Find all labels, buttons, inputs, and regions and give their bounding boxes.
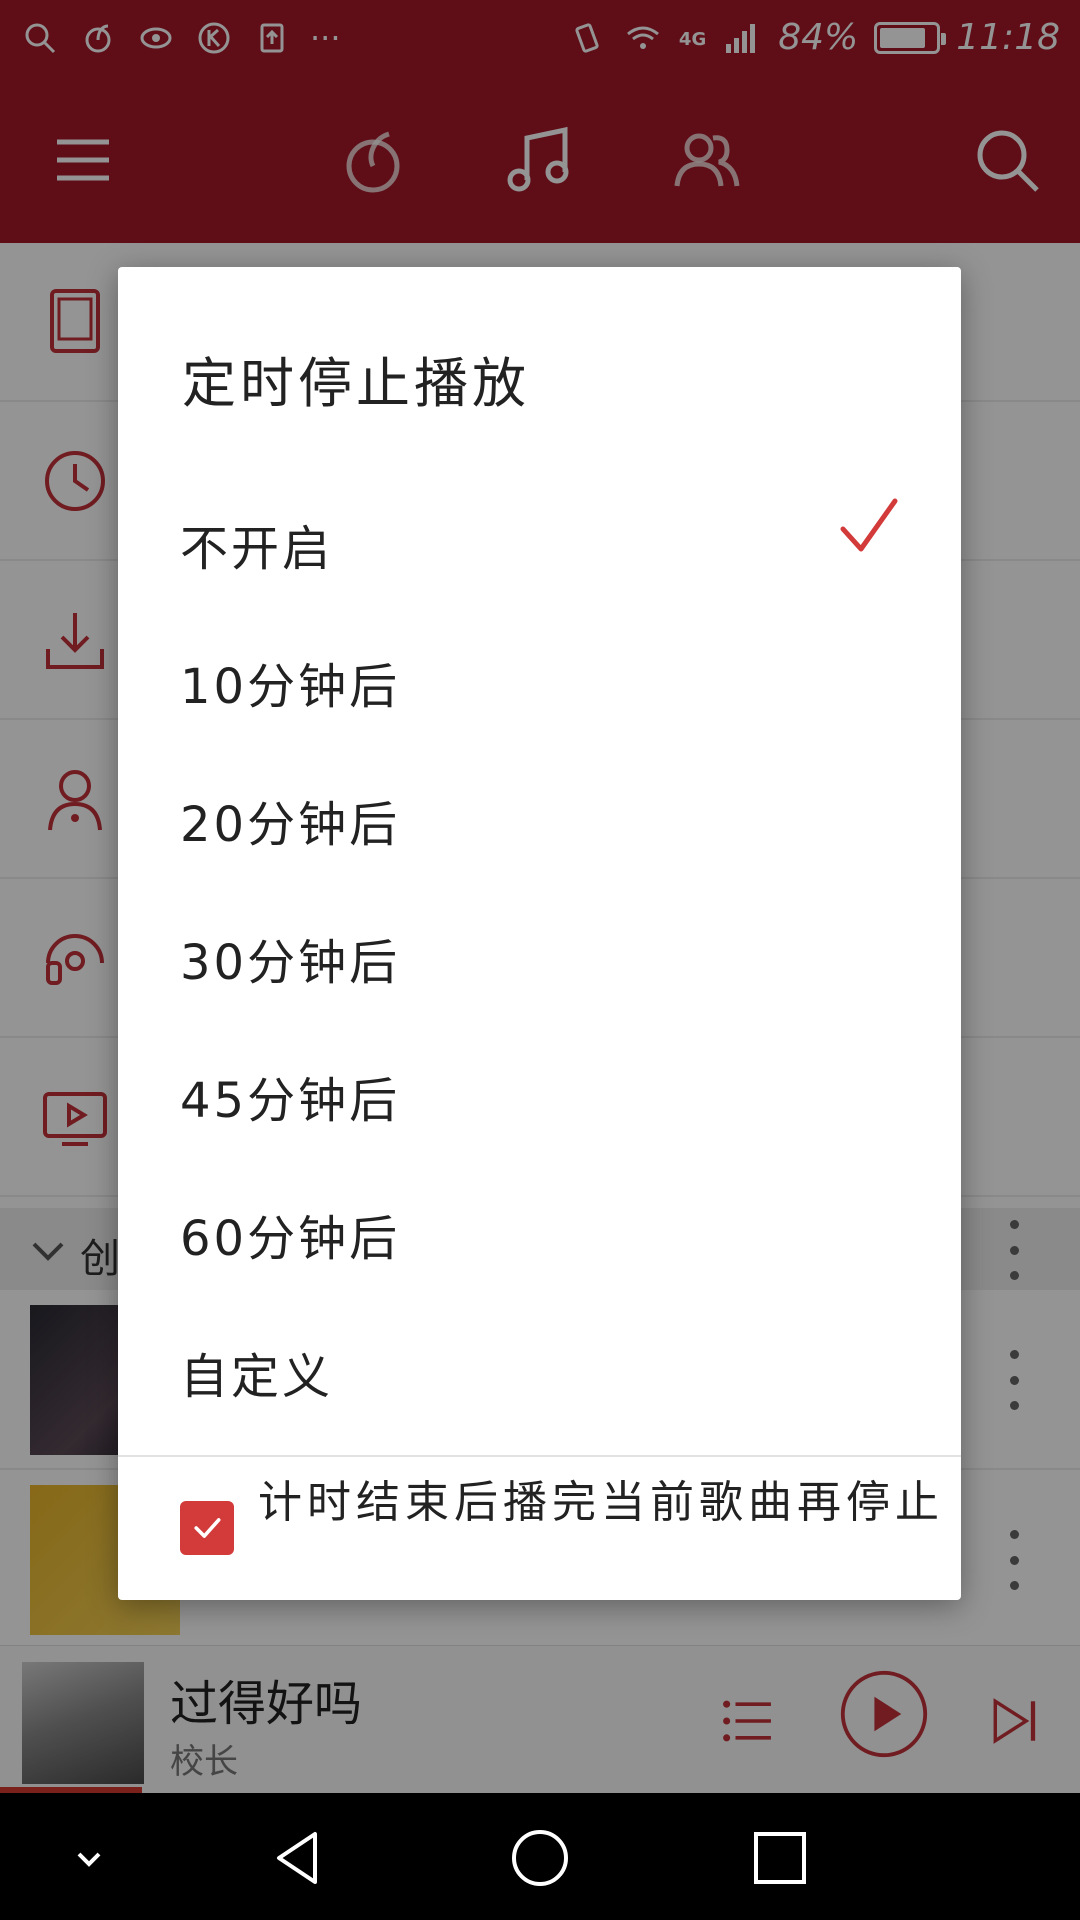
option-label: 45分钟后 — [180, 1073, 401, 1129]
divider — [118, 1455, 961, 1457]
finish-song-checkbox[interactable] — [180, 1501, 234, 1555]
sleep-timer-dialog: 定时停止播放 不开启 10分钟后 20分钟后 30分钟后 45分钟后 60分钟后… — [118, 267, 961, 1600]
option-label: 10分钟后 — [180, 659, 401, 715]
option-off[interactable]: 不开启 — [118, 467, 961, 605]
back-icon[interactable] — [266, 1823, 336, 1893]
home-icon[interactable] — [505, 1823, 575, 1893]
option-60min[interactable]: 60分钟后 — [118, 1157, 961, 1295]
recents-icon[interactable] — [745, 1823, 815, 1893]
option-45min[interactable]: 45分钟后 — [118, 1019, 961, 1157]
option-custom[interactable]: 自定义 — [118, 1295, 961, 1433]
option-label: 30分钟后 — [180, 935, 401, 991]
option-label: 不开启 — [180, 521, 334, 577]
option-label: 20分钟后 — [180, 797, 401, 853]
checkmark-icon — [837, 495, 901, 559]
option-label: 60分钟后 — [180, 1211, 401, 1267]
dialog-title: 定时停止播放 — [182, 352, 530, 415]
finish-song-label[interactable]: 计时结束后播完当前歌曲再停止 — [258, 1473, 948, 1533]
checkbox-check-icon — [194, 1518, 221, 1538]
option-label: 自定义 — [180, 1349, 334, 1405]
option-30min[interactable]: 30分钟后 — [118, 881, 961, 1019]
option-20min[interactable]: 20分钟后 — [118, 743, 961, 881]
option-10min[interactable]: 10分钟后 — [118, 605, 961, 743]
system-nav-bar — [0, 1793, 1080, 1920]
chevron-down-icon[interactable] — [54, 1823, 124, 1893]
